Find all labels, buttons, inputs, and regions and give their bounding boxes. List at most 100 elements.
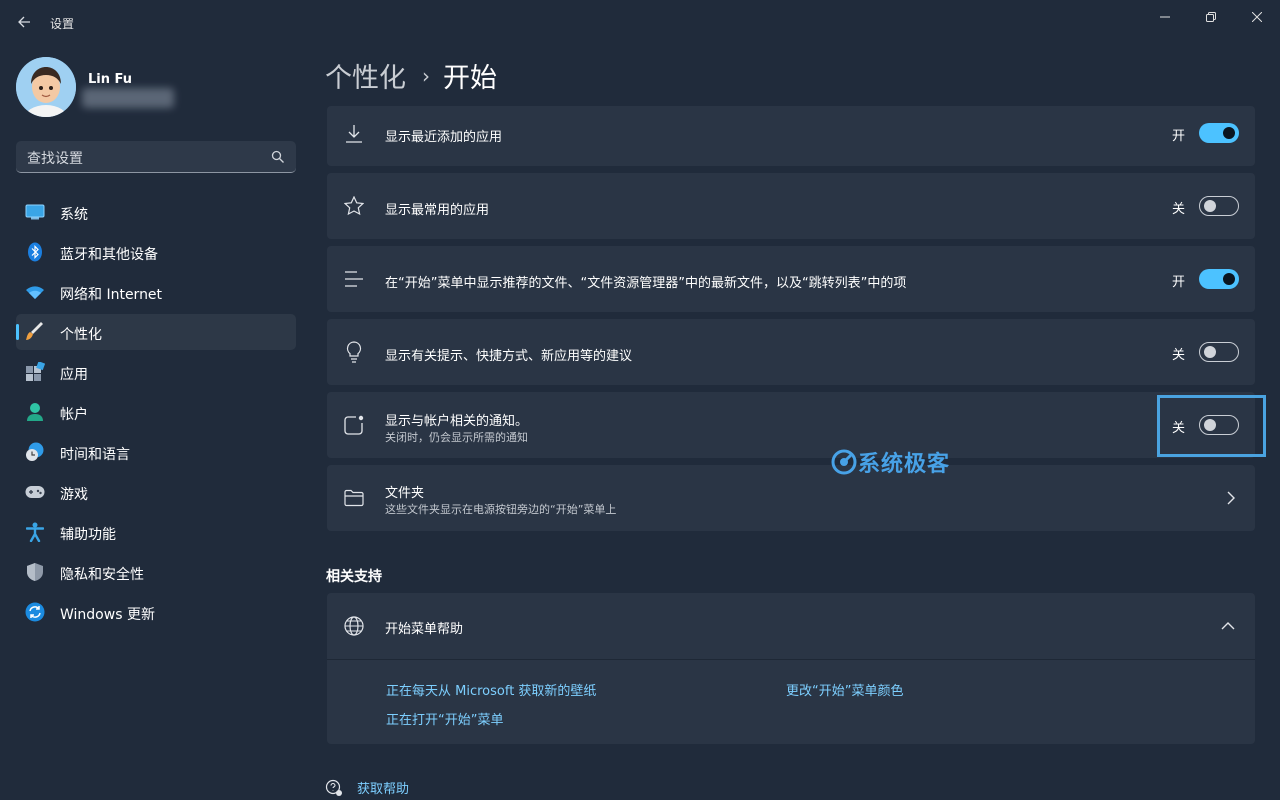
restore-icon [1206, 12, 1216, 22]
related-support-heading: 相关支持 [326, 569, 382, 585]
get-help-label: 获取帮助 [357, 782, 410, 797]
search-input[interactable]: 查找设置 [16, 141, 296, 173]
notification-icon [343, 414, 365, 436]
toggle-state-label: 关 [1171, 202, 1185, 217]
accessibility-icon [25, 522, 45, 542]
setting-tips-suggestions: 显示有关提示、快捷方式、新应用等的建议 关 [327, 319, 1255, 385]
back-button[interactable] [12, 10, 36, 34]
toggle-knob [1204, 200, 1216, 212]
user-name: Lin Fu [88, 72, 133, 87]
toggle-switch[interactable] [1199, 269, 1239, 289]
minimize-button[interactable] [1150, 8, 1180, 26]
chevron-up-icon[interactable] [1221, 622, 1235, 630]
highlight-annotation [1157, 395, 1266, 457]
sidebar-item-accessibility[interactable]: 辅助功能 [16, 514, 296, 550]
setting-subtitle: 关闭时，仍会显示所需的通知 [385, 431, 528, 444]
sidebar-item-label: 系统 [60, 207, 88, 223]
sidebar-item-label: 个性化 [60, 327, 102, 343]
setting-recently-added-apps: 显示最近添加的应用 开 [327, 106, 1255, 166]
sidebar-nav: 系统 蓝牙和其他设备 网络和 Internet 个性化 应用 帐户 时间和语言 … [16, 194, 296, 634]
close-button[interactable] [1242, 8, 1272, 26]
sidebar-item-network[interactable]: 网络和 Internet [16, 274, 296, 310]
help-link-start-color[interactable]: 更改“开始”菜单颜色 [786, 680, 903, 699]
sidebar-item-label: 隐私和安全性 [60, 567, 144, 583]
folders-subtitle: 这些文件夹显示在电源按钮旁边的“开始”菜单上 [385, 503, 617, 516]
apps-icon [25, 362, 45, 382]
sidebar-item-label: Windows 更新 [60, 607, 155, 623]
app-title: 设置 [50, 17, 75, 31]
toggle-state-label: 关 [1171, 348, 1185, 363]
user-profile[interactable]: Lin Fu [16, 57, 296, 119]
toggle-knob [1223, 273, 1235, 285]
divider [327, 659, 1255, 660]
sidebar-item-label: 网络和 Internet [60, 287, 163, 303]
minimize-icon [1160, 16, 1170, 18]
chevron-right-icon [1227, 491, 1235, 505]
windows-update-icon [25, 602, 45, 622]
watermark: 系统极客 [830, 446, 950, 478]
restore-button[interactable] [1196, 8, 1226, 26]
sidebar-item-time-language[interactable]: 时间和语言 [16, 434, 296, 470]
time-language-icon [25, 442, 45, 462]
avatar [16, 57, 76, 117]
toggle-knob [1223, 127, 1235, 139]
toggle-knob [1204, 346, 1216, 358]
sidebar-item-personalization[interactable]: 个性化 [16, 314, 296, 350]
account-icon [25, 402, 45, 422]
help-link-open-start[interactable]: 正在打开“开始”菜单 [386, 709, 503, 728]
setting-title: 显示与帐户相关的通知。 [385, 414, 529, 429]
breadcrumb: 个性化 › 开始 [325, 56, 497, 95]
setting-title: 显示有关提示、快捷方式、新应用等的建议 [385, 349, 633, 364]
folder-icon [343, 487, 365, 509]
setting-most-used-apps: 显示最常用的应用 关 [327, 173, 1255, 239]
watermark-logo-icon [831, 449, 857, 475]
sidebar-item-label: 帐户 [60, 407, 88, 423]
sidebar-item-accounts[interactable]: 帐户 [16, 394, 296, 430]
search-icon[interactable] [270, 149, 286, 165]
sidebar-item-windows-update[interactable]: Windows 更新 [16, 594, 296, 630]
gamepad-icon [25, 482, 45, 502]
search-placeholder: 查找设置 [27, 151, 83, 167]
get-help-link[interactable]: 获取帮助 [325, 778, 409, 797]
sidebar-item-label: 辅助功能 [60, 527, 116, 543]
lightbulb-icon [343, 341, 365, 363]
toggle-state-label: 开 [1171, 275, 1185, 290]
download-icon [343, 123, 365, 145]
sidebar-item-privacy[interactable]: 隐私和安全性 [16, 554, 296, 590]
toggle-switch[interactable] [1199, 123, 1239, 143]
breadcrumb-separator: › [422, 63, 430, 88]
folders-title: 文件夹 [385, 486, 425, 501]
sidebar-item-apps[interactable]: 应用 [16, 354, 296, 390]
user-email-blurred [82, 88, 174, 108]
shield-icon [25, 562, 45, 582]
bluetooth-icon [25, 242, 45, 262]
toggle-state-label: 开 [1171, 129, 1185, 144]
sidebar-item-label: 时间和语言 [60, 447, 130, 463]
folders-link[interactable]: 文件夹 这些文件夹显示在电源按钮旁边的“开始”菜单上 [327, 465, 1255, 531]
sidebar-item-bluetooth[interactable]: 蓝牙和其他设备 [16, 234, 296, 270]
setting-recommended-files: 在“开始”菜单中显示推荐的文件、“文件资源管理器”中的最新文件，以及“跳转列表”… [327, 246, 1255, 312]
globe-icon [343, 615, 365, 637]
setting-title: 显示最常用的应用 [385, 203, 490, 218]
breadcrumb-parent[interactable]: 个性化 [325, 56, 406, 95]
start-menu-help-header[interactable]: 开始菜单帮助 [327, 593, 1255, 659]
back-arrow-icon [18, 16, 30, 28]
sidebar-item-label: 游戏 [60, 487, 88, 503]
star-icon [343, 195, 365, 217]
system-icon [25, 202, 45, 222]
start-menu-help-panel: 开始菜单帮助 正在每天从 Microsoft 获取新的壁纸 更改“开始”菜单颜色… [327, 593, 1255, 744]
sidebar-item-system[interactable]: 系统 [16, 194, 296, 230]
wifi-icon [25, 282, 45, 302]
list-icon [343, 268, 365, 290]
sidebar-item-label: 应用 [60, 367, 88, 383]
toggle-switch[interactable] [1199, 196, 1239, 216]
sidebar-item-gaming[interactable]: 游戏 [16, 474, 296, 510]
toggle-switch[interactable] [1199, 342, 1239, 362]
help-title: 开始菜单帮助 [385, 622, 464, 637]
help-link-wallpaper[interactable]: 正在每天从 Microsoft 获取新的壁纸 [386, 680, 596, 699]
setting-title: 显示最近添加的应用 [385, 130, 503, 145]
close-icon [1252, 12, 1262, 22]
setting-title: 在“开始”菜单中显示推荐的文件、“文件资源管理器”中的最新文件，以及“跳转列表”… [385, 276, 907, 291]
brush-icon [25, 322, 45, 342]
title-bar: 设置 [0, 0, 1280, 48]
